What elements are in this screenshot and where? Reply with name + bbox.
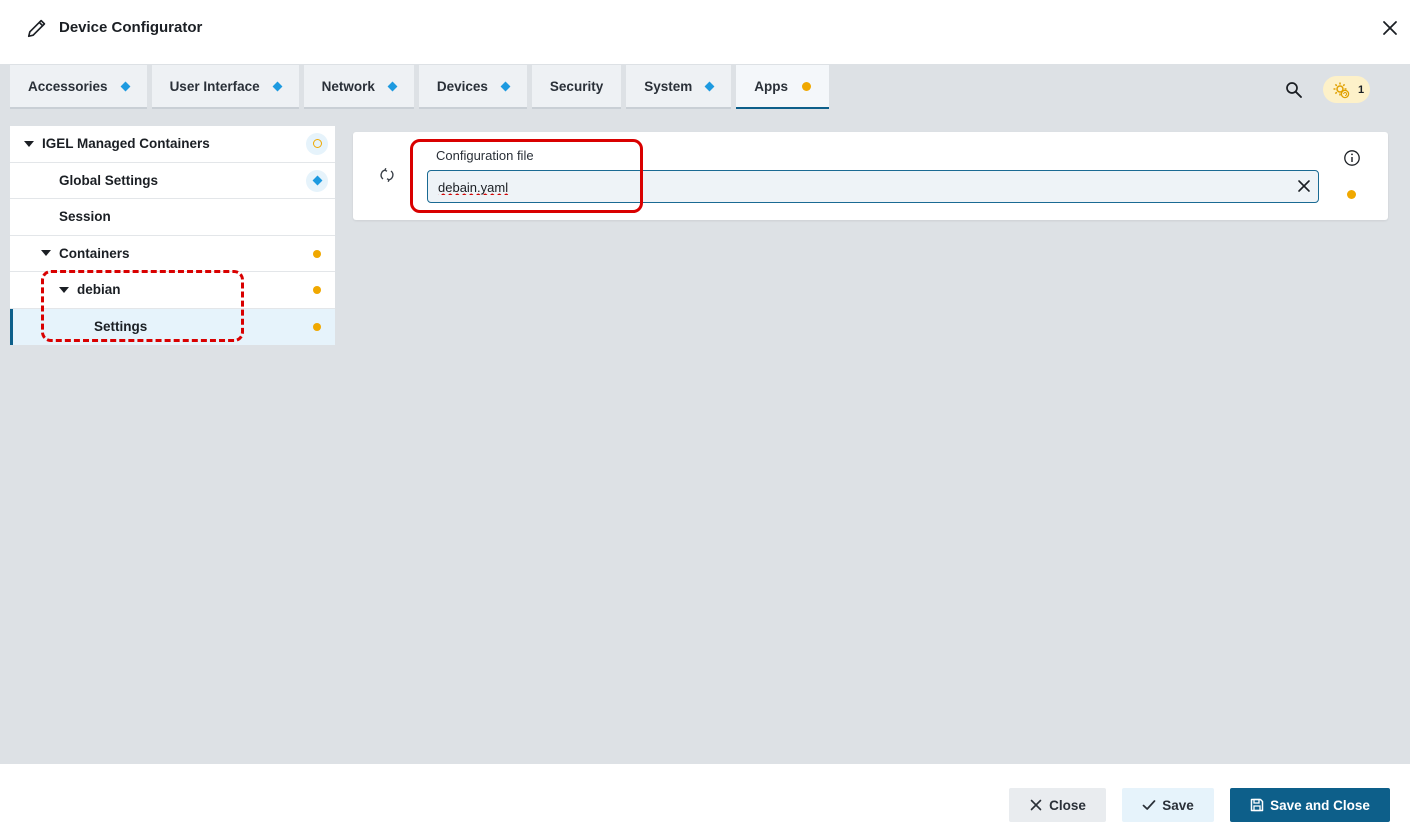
pending-changes-badge[interactable]: 1 [1323,76,1370,103]
tree-item-global-settings[interactable]: Global Settings [10,163,335,199]
tab-apps[interactable]: Apps [736,65,829,109]
tab-network[interactable]: Network [303,65,414,109]
dialog-footer: Close Save Save and Close [0,764,1410,833]
pencil-icon [27,19,46,38]
modified-dot-icon [313,249,321,258]
tree-item-debian[interactable]: debian [10,272,335,309]
tab-devices[interactable]: Devices [418,65,527,109]
tree-item-igel-managed-containers[interactable]: IGEL Managed Containers [10,126,335,163]
dialog-header: Device Configurator [0,0,1410,64]
partial-modified-ring-icon [313,139,322,148]
close-icon [1030,799,1042,811]
configured-diamond-icon [387,81,398,91]
gear-sync-icon [1333,82,1350,98]
save-button[interactable]: Save [1122,788,1214,822]
config-file-field[interactable] [427,170,1319,203]
close-button-label: Close [1049,797,1086,813]
configured-diamond-icon [120,81,131,91]
floppy-disk-icon [1250,798,1264,812]
tab-system[interactable]: System [626,65,732,109]
tree-item-label: debian [77,282,121,298]
tree-item-label: Global Settings [59,172,159,188]
tab-label: Security [549,78,604,94]
check-icon [1142,800,1156,810]
tree-item-settings[interactable]: Settings [10,308,335,345]
save-and-close-label: Save and Close [1270,797,1370,813]
clear-icon[interactable] [1297,179,1311,193]
modified-dot-icon [801,81,811,91]
tree-item-label: Session [59,209,111,225]
category-tabs: Accessories User Interface Network Devic… [10,65,834,109]
caret-down-icon[interactable] [24,140,34,147]
info-icon[interactable] [1343,149,1361,167]
tree-item-containers[interactable]: Containers [10,236,335,272]
tab-accessories[interactable]: Accessories [10,65,147,109]
save-button-label: Save [1162,797,1194,813]
settings-tree: IGEL Managed Containers Global Settings … [10,126,335,345]
tree-item-label: Settings [94,319,148,335]
close-button[interactable]: Close [1009,788,1106,822]
reset-icon[interactable] [379,167,395,183]
tab-security[interactable]: Security [531,65,622,109]
tab-label: Network [321,78,375,94]
tab-label: Apps [754,78,788,94]
configured-diamond-icon [704,81,715,91]
config-file-input[interactable] [438,177,1278,197]
save-and-close-button[interactable]: Save and Close [1230,788,1390,822]
tab-label: Devices [436,78,488,94]
modified-dot-icon [1347,190,1356,199]
tree-item-label: IGEL Managed Containers [42,136,210,152]
modified-dot-icon [313,322,321,331]
pending-count: 1 [1358,83,1365,96]
search-icon[interactable] [1285,81,1303,99]
configured-diamond-icon [500,81,511,91]
config-file-label: Configuration file [436,148,534,163]
dialog-title: Device Configurator [59,19,203,36]
config-panel: Configuration file [353,132,1388,220]
configured-diamond-icon [272,81,283,91]
caret-down-icon[interactable] [59,286,69,293]
modified-dot-icon [313,286,321,294]
caret-down-icon[interactable] [41,250,51,257]
tree-item-session[interactable]: Session [10,199,335,236]
tab-label: User Interface [169,78,260,94]
close-icon[interactable] [1380,18,1400,38]
tab-label: Accessories [28,78,108,94]
main-area: Accessories User Interface Network Devic… [0,64,1410,764]
tab-user-interface[interactable]: User Interface [151,65,299,109]
tree-item-label: Containers [59,245,130,261]
tab-label: System [644,78,693,94]
